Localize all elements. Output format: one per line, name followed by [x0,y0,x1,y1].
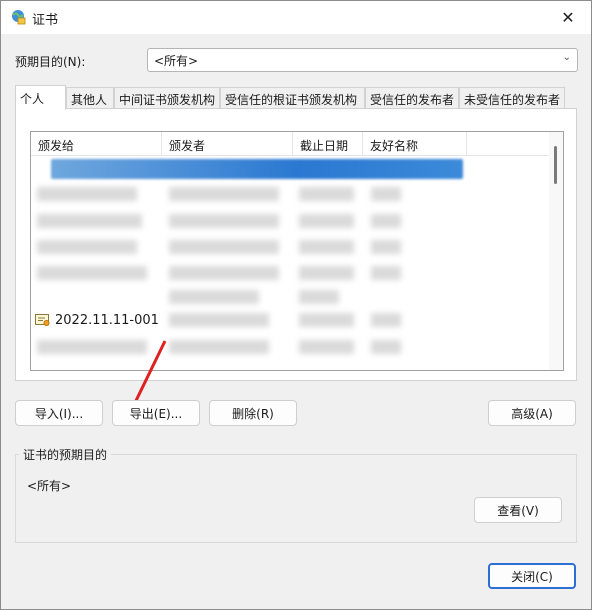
tab-label: 未受信任的发布者 [464,93,561,107]
redacted-cell [37,240,137,254]
redacted-cell [371,214,401,228]
tab-trusted-root-ca[interactable]: 受信任的根证书颁发机构 [220,87,365,109]
redacted-cell [37,187,137,201]
certificate-list[interactable]: 颁发给 颁发者 截止日期 友好名称 2022.11.11-001 [30,131,564,371]
import-button[interactable]: 导入(I)... [15,400,103,426]
cert-globe-icon [12,10,26,25]
button-label: 删除(R) [232,406,274,421]
redacted-cell [169,340,269,354]
column-header-issued-by[interactable]: 颁发者 [162,132,293,156]
redacted-cell [299,290,339,304]
list-item-cert[interactable]: 2022.11.11-001 [35,310,159,330]
column-header-expiration[interactable]: 截止日期 [293,132,363,156]
certificate-dialog: 证书 ✕ 预期目的(N): <所有> ⌄ 个人 其他人 中间证书颁发机构 受信任… [0,0,592,610]
intended-purpose-label: 预期目的(N): [15,55,86,69]
view-button[interactable]: 查看(V) [474,497,562,523]
selected-row-redacted[interactable] [51,159,463,179]
tab-untrusted-publishers[interactable]: 未受信任的发布者 [459,87,565,109]
list-scrollbar[interactable] [549,132,563,370]
cert-issued-to: 2022.11.11-001 [55,312,159,328]
tab-personal[interactable]: 个人 [15,85,66,110]
redacted-cell [169,290,259,304]
advanced-button[interactable]: 高级(A) [488,400,576,426]
export-button[interactable]: 导出(E)... [112,400,200,426]
redacted-cell [299,214,354,228]
redacted-cell [37,340,147,354]
scroll-thumb[interactable] [554,146,557,184]
intended-purpose-value: <所有> [154,54,199,68]
redacted-cell [169,266,279,280]
list-header: 颁发给 颁发者 截止日期 友好名称 [31,132,551,156]
close-button[interactable]: 关闭(C) [488,563,576,589]
redacted-cell [371,266,401,280]
delete-button[interactable]: 删除(R) [209,400,297,426]
column-header-issued-to[interactable]: 颁发给 [31,132,162,156]
button-label: 导入(I)... [34,406,84,421]
button-label: 高级(A) [511,406,553,421]
redacted-cell [37,266,147,280]
certificate-icon [35,314,50,326]
redacted-cell [299,266,354,280]
tab-trusted-publishers[interactable]: 受信任的发布者 [365,87,459,109]
title-bar: 证书 ✕ [1,1,591,34]
redacted-cell [169,214,279,228]
column-label: 友好名称 [370,139,419,153]
tab-label: 中间证书颁发机构 [119,93,216,107]
column-label: 颁发给 [38,139,75,153]
button-label: 查看(V) [497,503,539,518]
redacted-cell [371,240,401,254]
intended-purpose-select[interactable]: <所有> ⌄ [147,48,578,72]
tab-label: 其他人 [71,93,108,107]
close-icon: ✕ [561,8,575,27]
column-label: 截止日期 [300,139,349,153]
redacted-cell [299,340,354,354]
button-label: 导出(E)... [129,406,183,421]
redacted-cell [371,340,401,354]
tab-label: 受信任的发布者 [370,93,455,107]
redacted-cell [299,313,354,327]
tab-intermediate-ca[interactable]: 中间证书颁发机构 [114,87,220,109]
redacted-cell [299,187,354,201]
column-header-friendly-name[interactable]: 友好名称 [363,132,467,156]
redacted-cell [371,313,401,327]
column-label: 颁发者 [169,139,206,153]
cert-purpose-value: <所有> [27,479,72,493]
button-label: 关闭(C) [511,569,553,584]
redacted-cell [169,187,279,201]
cert-purpose-group-title: 证书的预期目的 [19,446,112,463]
close-window-button[interactable]: ✕ [545,1,591,34]
redacted-cell [169,313,269,327]
chevron-down-icon: ⌄ [562,52,571,63]
redacted-cell [169,240,279,254]
redacted-cell [37,214,142,228]
tab-other-people[interactable]: 其他人 [66,87,114,109]
window-title: 证书 [32,13,59,28]
tab-panel-personal: 颁发给 颁发者 截止日期 友好名称 2022.11.11-001 [15,108,577,423]
redacted-cell [371,187,401,201]
tab-label: 个人 [20,92,45,106]
redacted-cell [299,240,354,254]
tab-label: 受信任的根证书颁发机构 [225,93,358,107]
